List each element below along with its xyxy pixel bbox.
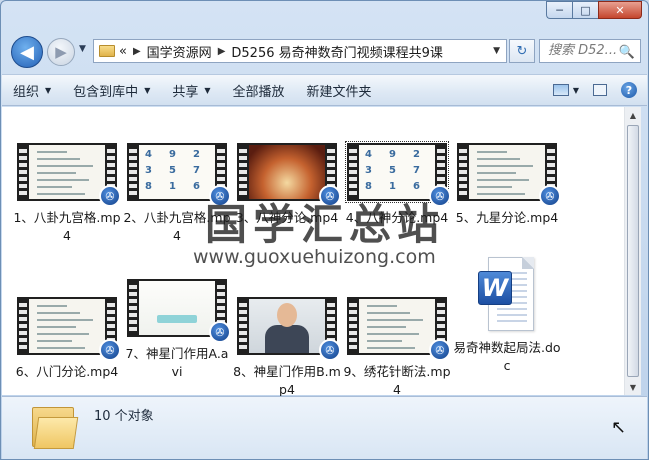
grid-digit: 7	[413, 165, 420, 176]
include-in-library-label: 包含到库中	[73, 84, 139, 100]
grid-digit: 8	[145, 181, 152, 192]
grid-digit: 9	[389, 149, 396, 160]
media-player-icon: ✇	[99, 185, 121, 207]
grid-digit: 5	[169, 165, 176, 176]
media-player-icon: ✇	[539, 185, 561, 207]
file-name[interactable]: 8、神星门作用B.mp4	[232, 363, 342, 399]
chevron-down-icon: ▼	[204, 85, 211, 95]
grid-digit: 9	[169, 149, 176, 160]
file-item[interactable]: ✇ 5、九星分论.mp4	[452, 143, 562, 227]
breadcrumb-item-guoxue[interactable]: 国学资源网	[147, 42, 212, 61]
change-view-button[interactable]: ▼	[552, 84, 579, 96]
grid-digit: 2	[193, 149, 200, 160]
media-player-icon: ✇	[319, 339, 341, 361]
grid-digit: 2	[413, 149, 420, 160]
address-dropdown-icon[interactable]: ▼	[493, 46, 500, 56]
new-folder-button[interactable]: 新建文件夹	[296, 81, 383, 100]
video-thumbnail: ✇	[17, 297, 121, 361]
watermark-url: www.guoxuehuizong.com	[193, 246, 436, 268]
refresh-button[interactable]: ↻	[509, 39, 535, 63]
include-in-library-button[interactable]: 包含到库中 ▼	[62, 81, 161, 100]
scroll-up-icon[interactable]: ▲	[625, 107, 641, 123]
details-pane: 10 个对象	[2, 396, 647, 459]
search-placeholder: 搜索 D52...	[548, 43, 618, 58]
minimize-button[interactable]: ─	[546, 1, 572, 19]
chevron-down-icon: ▼	[144, 85, 151, 95]
search-icon[interactable]: 🔍	[619, 42, 635, 64]
word-document-icon: W	[478, 257, 536, 331]
video-thumbnail: ✇	[347, 297, 451, 361]
video-thumbnail: ✇	[457, 143, 561, 207]
command-bar: 组织 ▼ 包含到库中 ▼ 共享 ▼ 全部播放 新建文件夹 ▼ ?	[2, 74, 647, 106]
share-button[interactable]: 共享 ▼	[161, 81, 221, 100]
view-icon	[552, 84, 569, 96]
folder-icon	[32, 403, 79, 449]
share-label: 共享	[172, 84, 199, 100]
maximize-button[interactable]: □	[572, 1, 598, 19]
file-item[interactable]: ✇ 1、八卦九宫格.mp4	[12, 143, 122, 245]
scrollbar-thumb[interactable]	[627, 125, 639, 377]
file-item[interactable]: ✇ 8、神星门作用B.mp4	[232, 297, 342, 399]
preview-pane-icon[interactable]	[593, 84, 607, 96]
item-count: 10 个对象	[94, 409, 154, 424]
watermark-title: 国学汇总站	[205, 200, 446, 249]
file-name[interactable]: 1、八卦九宫格.mp4	[12, 209, 122, 245]
file-name[interactable]: 6、八门分论.mp4	[12, 363, 122, 381]
navigation-bar: ◀ ▶ ▼ « ▶ 国学资源网 ▶ D5256 易奇神数奇门视频课程共9课 ▼ …	[9, 34, 641, 68]
search-input[interactable]: 搜索 D52... 🔍	[539, 39, 641, 63]
close-button[interactable]: ✕	[598, 1, 642, 19]
grid-digit: 1	[169, 181, 176, 192]
new-folder-label: 新建文件夹	[306, 84, 372, 100]
chevron-down-icon: ▼	[45, 85, 52, 95]
word-badge-icon: W	[478, 271, 512, 305]
media-player-icon: ✇	[99, 339, 121, 361]
video-thumbnail: ✇	[17, 143, 121, 207]
file-name[interactable]: 易奇神数起局法.doc	[452, 339, 562, 375]
file-item[interactable]: ✇ 9、绣花针断法.mp4	[342, 297, 452, 399]
help-icon[interactable]: ?	[621, 82, 637, 98]
breadcrumb-separator-icon[interactable]: ▶	[133, 46, 141, 57]
media-player-icon: ✇	[429, 339, 451, 361]
scroll-down-icon[interactable]: ▼	[625, 379, 641, 395]
file-item[interactable]: ✇ 7、神星门作用A.avi	[122, 279, 232, 381]
grid-digit: 3	[365, 165, 372, 176]
grid-digit: 6	[193, 181, 200, 192]
recent-pages-dropdown[interactable]: ▼	[79, 44, 86, 54]
file-item[interactable]: W 易奇神数起局法.doc	[452, 257, 562, 375]
mouse-cursor-icon: ↖	[611, 417, 627, 438]
breadcrumb-item-current-folder[interactable]: D5256 易奇神数奇门视频课程共9课	[231, 42, 443, 61]
play-all-button[interactable]: 全部播放	[222, 81, 296, 100]
folder-icon	[99, 45, 115, 57]
breadcrumb-separator-icon[interactable]: ▶	[218, 46, 226, 57]
media-player-icon: ✇	[209, 321, 231, 343]
organize-button[interactable]: 组织 ▼	[2, 81, 62, 100]
address-prefix[interactable]: «	[119, 44, 127, 59]
toolbar-right: ▼ ?	[552, 82, 637, 98]
file-name[interactable]: 9、绣花针断法.mp4	[342, 363, 452, 399]
vertical-scrollbar[interactable]: ▲ ▼	[624, 107, 641, 395]
file-name[interactable]: 7、神星门作用A.avi	[122, 345, 232, 381]
chevron-down-icon: ▼	[572, 85, 579, 95]
video-thumbnail: ✇	[237, 297, 341, 361]
explorer-window: ─ □ ✕ ◀ ▶ ▼ « ▶ 国学资源网 ▶ D5256 易奇神数奇门视频课程…	[0, 0, 649, 460]
address-bar[interactable]: « ▶ 国学资源网 ▶ D5256 易奇神数奇门视频课程共9课 ▼	[93, 39, 507, 63]
file-name[interactable]: 5、九星分论.mp4	[452, 209, 562, 227]
forward-button[interactable]: ▶	[47, 38, 75, 66]
file-item[interactable]: ✇ 6、八门分论.mp4	[12, 297, 122, 381]
caption-buttons: ─ □ ✕	[546, 1, 642, 19]
organize-label: 组织	[13, 84, 40, 100]
grid-digit: 3	[145, 165, 152, 176]
grid-digit: 5	[389, 165, 396, 176]
back-button[interactable]: ◀	[11, 36, 43, 68]
grid-digit: 4	[145, 149, 152, 160]
grid-digit: 7	[193, 165, 200, 176]
grid-digit: 4	[365, 149, 372, 160]
play-all-label: 全部播放	[232, 84, 285, 100]
video-thumbnail: ✇	[127, 279, 231, 343]
